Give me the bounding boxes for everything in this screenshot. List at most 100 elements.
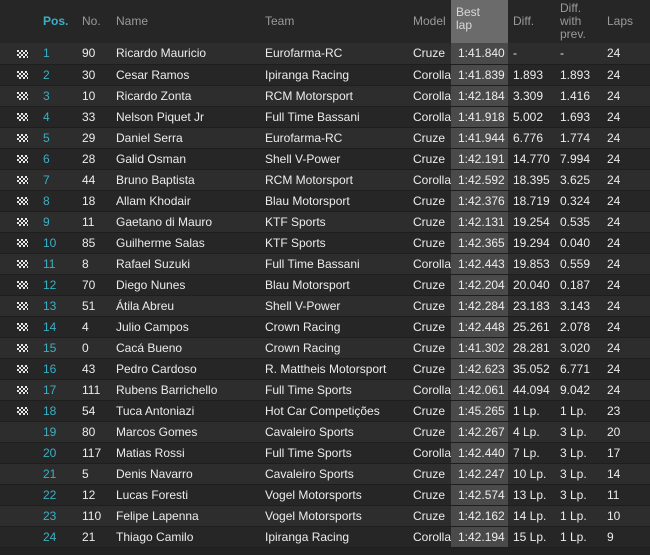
- cell-flag: [0, 148, 36, 170]
- cell-driver-name: Pedro Cardoso: [111, 358, 260, 380]
- cell-laps: 24: [602, 106, 650, 128]
- cell-driver-name: Matias Rossi: [111, 442, 260, 464]
- cell-number: 117: [77, 442, 111, 464]
- table-row[interactable]: 11 8 Rafael Suzuki Full Time Bassani Corolla…: [0, 253, 650, 275]
- table-row[interactable]: 2 30 Cesar Ramos Ipiranga Racing Corolla 1:41…: [0, 64, 650, 86]
- cell-number: 12: [77, 484, 111, 506]
- cell-model: Cruze: [408, 421, 451, 443]
- table-row[interactable]: 13 51 Átila Abreu Shell V-Power Cruze 1:42.28…: [0, 295, 650, 317]
- table-row[interactable]: 17 111 Rubens Barrichello Full Time Sports C…: [0, 379, 650, 401]
- cell-driver-name: Gaetano di Mauro: [111, 211, 260, 233]
- table-row[interactable]: 19 80 Marcos Gomes Cavaleiro Sports Cruze 1:4…: [0, 421, 650, 443]
- table-row[interactable]: 8 18 Allam Khodair Blau Motorsport Cruze 1:42…: [0, 190, 650, 212]
- cell-model: Cruze: [408, 274, 451, 296]
- cell-team: R. Mattheis Motorsport: [260, 358, 408, 380]
- cell-driver-name: Marcos Gomes: [111, 421, 260, 443]
- table-row[interactable]: 14 4 Julio Campos Crown Racing Cruze 1:42.448…: [0, 316, 650, 338]
- cell-team: Shell V-Power: [260, 148, 408, 170]
- header-diff-prev[interactable]: Diff. with prev.: [555, 0, 602, 43]
- header-name[interactable]: Name: [111, 0, 260, 43]
- table-row[interactable]: 1 90 Ricardo Mauricio Eurofarma-RC Cruze 1:41…: [0, 43, 650, 65]
- cell-diff: 14.770: [508, 148, 555, 170]
- cell-diff-prev: 6.771: [555, 358, 602, 380]
- cell-number: 30: [77, 64, 111, 86]
- table-row[interactable]: 6 28 Galid Osman Shell V-Power Cruze 1:42.191…: [0, 148, 650, 170]
- cell-laps: 14: [602, 463, 650, 485]
- cell-pos: 1: [36, 43, 77, 65]
- cell-flag: [0, 64, 36, 86]
- table-row[interactable]: 12 70 Diego Nunes Blau Motorsport Cruze 1:42.…: [0, 274, 650, 296]
- cell-flag: [0, 295, 36, 317]
- cell-diff: 14 Lp.: [508, 505, 555, 527]
- table-row[interactable]: 20 117 Matias Rossi Full Time Sports Corolla…: [0, 442, 650, 464]
- cell-best-lap: 1:45.265: [451, 400, 508, 422]
- cell-diff: -: [508, 43, 555, 65]
- cell-number: 18: [77, 190, 111, 212]
- checkered-flag-icon: [17, 197, 28, 206]
- cell-best-lap: 1:42.623: [451, 358, 508, 380]
- table-row[interactable]: 4 33 Nelson Piquet Jr Full Time Bassani Coro…: [0, 106, 650, 128]
- cell-diff-prev: 3.020: [555, 337, 602, 359]
- cell-diff-prev: 3.143: [555, 295, 602, 317]
- checkered-flag-icon: [17, 113, 28, 122]
- cell-diff: 20.040: [508, 274, 555, 296]
- cell-model: Cruze: [408, 316, 451, 338]
- checkered-flag-icon: [17, 218, 28, 227]
- cell-diff-prev: 1.693: [555, 106, 602, 128]
- cell-pos: 2: [36, 64, 77, 86]
- table-row[interactable]: 3 10 Ricardo Zonta RCM Motorsport Corolla 1:4…: [0, 85, 650, 107]
- table-row[interactable]: 15 0 Cacá Bueno Crown Racing Cruze 1:41.302 28…: [0, 337, 650, 359]
- checkered-flag-icon: [17, 302, 28, 311]
- cell-laps: 24: [602, 169, 650, 191]
- table-row[interactable]: 7 44 Bruno Baptista RCM Motorsport Corolla 1:…: [0, 169, 650, 191]
- cell-pos: 14: [36, 316, 77, 338]
- header-pos[interactable]: Pos.: [36, 0, 77, 43]
- cell-team: Hot Car Competições: [260, 400, 408, 422]
- cell-team: Ipiranga Racing: [260, 64, 408, 86]
- cell-diff: 44.094: [508, 379, 555, 401]
- cell-best-lap: 1:42.440: [451, 442, 508, 464]
- header-laps[interactable]: Laps: [602, 0, 650, 43]
- header-diff[interactable]: Diff.: [508, 0, 555, 43]
- cell-team: Full Time Bassani: [260, 253, 408, 275]
- table-row[interactable]: 16 43 Pedro Cardoso R. Mattheis Motorsport C…: [0, 358, 650, 380]
- cell-driver-name: Cesar Ramos: [111, 64, 260, 86]
- header-no[interactable]: No.: [77, 0, 111, 43]
- checkered-flag-icon: [17, 260, 28, 269]
- cell-pos: 20: [36, 442, 77, 464]
- table-row[interactable]: 9 11 Gaetano di Mauro KTF Sports Cruze 1:42.1…: [0, 211, 650, 233]
- cell-driver-name: Átila Abreu: [111, 295, 260, 317]
- cell-diff-prev: 7.994: [555, 148, 602, 170]
- cell-laps: 24: [602, 253, 650, 275]
- cell-number: 21: [77, 526, 111, 548]
- cell-diff-prev: 0.040: [555, 232, 602, 254]
- header-team[interactable]: Team: [260, 0, 408, 43]
- cell-best-lap: 1:41.840: [451, 43, 508, 65]
- table-header-row: Pos. No. Name Team Model Best lap Diff. D…: [0, 0, 650, 43]
- cell-flag: [0, 337, 36, 359]
- cell-model: Corolla: [408, 379, 451, 401]
- cell-model: Corolla: [408, 526, 451, 548]
- table-row[interactable]: 22 12 Lucas Foresti Vogel Motorsports Cruze 1…: [0, 484, 650, 506]
- cell-model: Cruze: [408, 484, 451, 506]
- cell-diff: 5.002: [508, 106, 555, 128]
- table-row[interactable]: 5 29 Daniel Serra Eurofarma-RC Cruze 1:41.944…: [0, 127, 650, 149]
- checkered-flag-icon: [17, 134, 28, 143]
- cell-best-lap: 1:42.131: [451, 211, 508, 233]
- cell-flag: [0, 421, 36, 443]
- table-row[interactable]: 21 5 Denis Navarro Cavaleiro Sports Cruze 1:4…: [0, 463, 650, 485]
- cell-diff-prev: 3 Lp.: [555, 421, 602, 443]
- cell-number: 4: [77, 316, 111, 338]
- header-model[interactable]: Model: [408, 0, 451, 43]
- cell-laps: 24: [602, 85, 650, 107]
- cell-pos: 9: [36, 211, 77, 233]
- table-row[interactable]: 24 21 Thiago Camilo Ipiranga Racing Corolla 1…: [0, 526, 650, 548]
- cell-flag: [0, 106, 36, 128]
- cell-pos: 22: [36, 484, 77, 506]
- cell-best-lap: 1:42.247: [451, 463, 508, 485]
- table-row[interactable]: 10 85 Guilherme Salas KTF Sports Cruze 1:42.3…: [0, 232, 650, 254]
- table-row[interactable]: 23 110 Felipe Lapenna Vogel Motorsports Cruz…: [0, 505, 650, 527]
- header-best-lap[interactable]: Best lap: [451, 0, 508, 43]
- table-row[interactable]: 18 54 Tuca Antoniazi Hot Car Competições Cru…: [0, 400, 650, 422]
- cell-laps: 24: [602, 337, 650, 359]
